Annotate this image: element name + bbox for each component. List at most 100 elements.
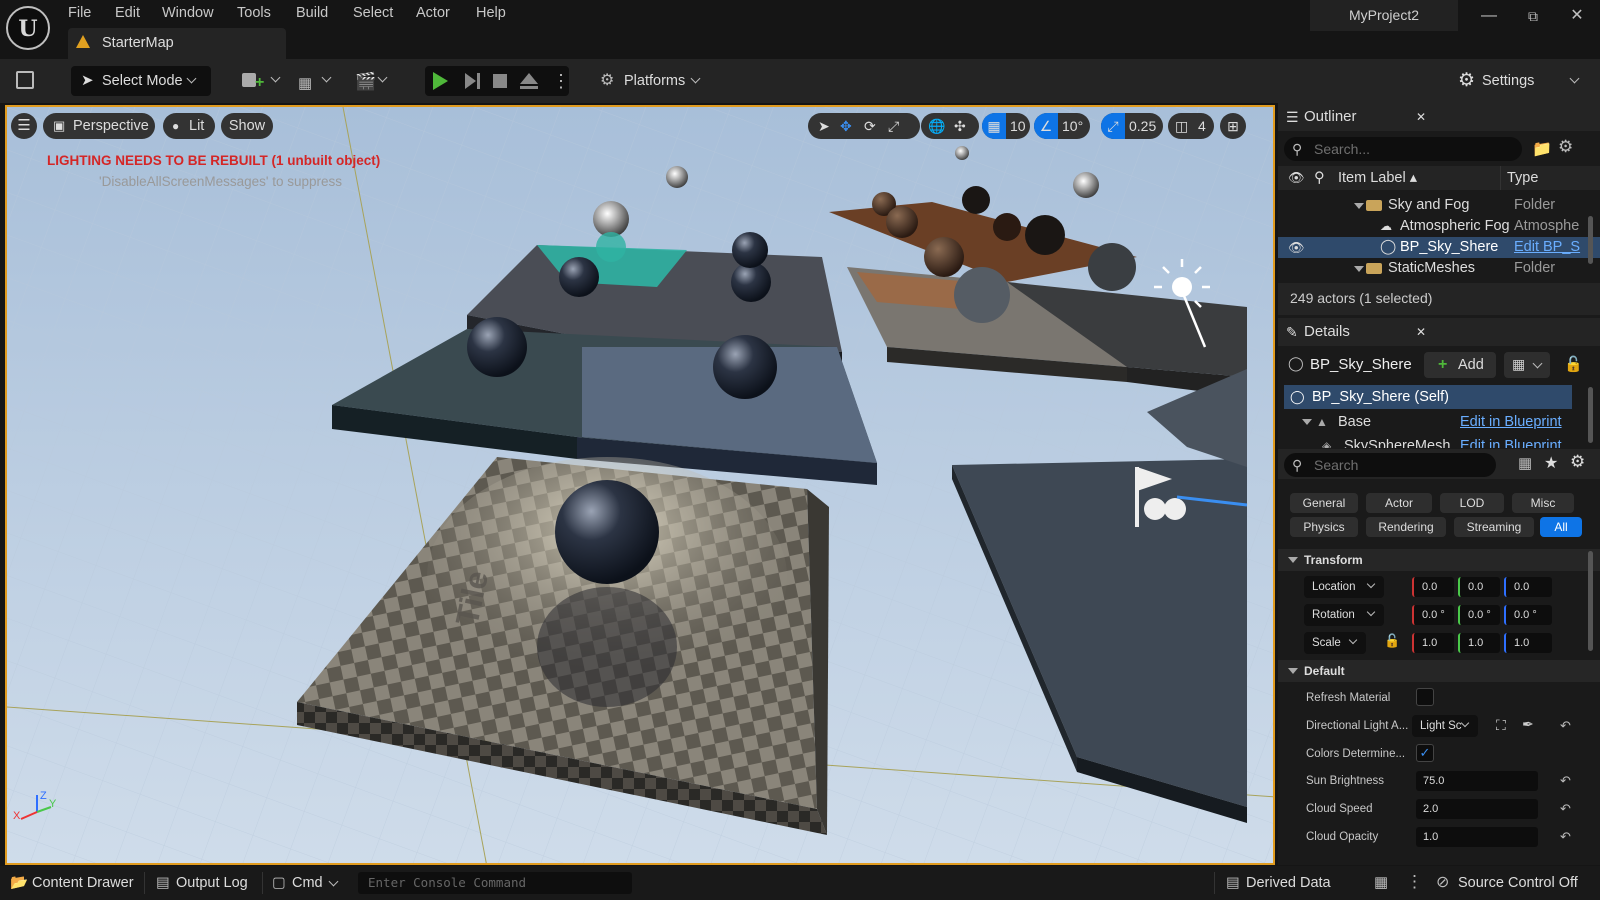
menu-build[interactable]: Build — [296, 5, 328, 21]
type-column[interactable]: Type — [1500, 166, 1538, 190]
menu-select[interactable]: Select — [353, 5, 393, 21]
category-physics[interactable]: Physics — [1290, 517, 1358, 537]
scale-dropdown[interactable]: Scale — [1304, 632, 1366, 654]
expand-icon[interactable] — [1354, 203, 1364, 209]
outliner-row[interactable]: StaticMeshes Folder — [1278, 258, 1600, 279]
menu-actor[interactable]: Actor — [416, 5, 450, 21]
details-search-input[interactable]: ⚲ Search — [1284, 453, 1496, 477]
location-z[interactable]: 0.0 — [1504, 577, 1552, 597]
component-row-self[interactable]: ◯ BP_Sky_Shere (Self) — [1284, 385, 1572, 409]
edit-blueprint-link[interactable]: Edit in Blueprint — [1460, 410, 1562, 434]
outliner-row[interactable]: ☁ Atmospheric Fog Atmosphe — [1278, 216, 1600, 237]
components-scrollbar[interactable] — [1588, 387, 1593, 443]
platforms-button[interactable]: ⚙ Platforms — [600, 66, 710, 96]
play-icon[interactable] — [433, 72, 448, 90]
minimize-icon[interactable]: — — [1476, 4, 1502, 28]
scale-y[interactable]: 1.0 — [1458, 633, 1500, 653]
outliner-row-selected[interactable]: 👁 ◯ BP_Sky_Shere Edit BP_S — [1278, 237, 1600, 258]
show-button[interactable]: Show — [221, 113, 273, 139]
console-command-input[interactable]: Enter Console Command — [358, 872, 632, 894]
category-all[interactable]: All — [1540, 517, 1582, 537]
colors-determined-checkbox[interactable]: ✓ — [1416, 744, 1434, 762]
add-actor-button[interactable]: + — [242, 71, 281, 91]
stop-icon[interactable] — [493, 74, 507, 88]
visibility-icon[interactable]: 👁 — [1288, 237, 1305, 258]
world-icon[interactable]: 🌐 — [928, 113, 945, 139]
close-icon[interactable]: ✕ — [1416, 103, 1426, 131]
menu-tools[interactable]: Tools — [237, 5, 271, 21]
category-rendering[interactable]: Rendering — [1366, 517, 1446, 537]
tab-startermap[interactable]: StarterMap — [68, 28, 286, 59]
category-actor[interactable]: Actor — [1366, 493, 1432, 513]
rotation-snap-button[interactable]: ∠ 10° — [1034, 113, 1090, 139]
save-icon[interactable] — [16, 71, 34, 89]
menu-window[interactable]: Window — [162, 5, 214, 21]
outliner-search-input[interactable]: ⚲ Search... — [1284, 137, 1522, 161]
expand-icon[interactable] — [1302, 419, 1312, 425]
rotate-tool-icon[interactable]: ⟳ — [864, 113, 876, 139]
location-x[interactable]: 0.0 — [1412, 577, 1454, 597]
select-mode-button[interactable]: ➤ Select Mode — [71, 66, 211, 96]
unreal-logo-icon[interactable]: U — [6, 6, 50, 50]
close-icon[interactable]: ✕ — [1564, 4, 1590, 28]
scale-lock-icon[interactable]: 🔓 — [1384, 633, 1400, 649]
default-section[interactable]: Default — [1278, 660, 1600, 682]
rotation-x[interactable]: 0.0 ° — [1412, 605, 1454, 625]
category-lod[interactable]: LOD — [1440, 493, 1504, 513]
lock-icon[interactable]: 🔓 — [1564, 355, 1583, 373]
scale-snap-button[interactable]: ⤢ 0.25 — [1101, 113, 1163, 139]
cinematics-button[interactable]: 🎬 — [355, 71, 395, 91]
browse-icon[interactable]: ⛶ — [1496, 717, 1506, 734]
outliner-row[interactable]: Sky and Fog Folder — [1278, 195, 1600, 216]
visibility-icon[interactable]: 👁 — [1288, 166, 1305, 190]
category-streaming[interactable]: Streaming — [1454, 517, 1534, 537]
edit-blueprint-link[interactable]: Edit BP_S — [1514, 237, 1580, 258]
blueprint-options-button[interactable]: ▦ — [1504, 352, 1550, 378]
menu-file[interactable]: File — [68, 5, 91, 21]
reset-icon[interactable]: ↶ — [1560, 801, 1571, 817]
expand-icon[interactable] — [1354, 266, 1364, 272]
edit-blueprint-link[interactable]: Edit in Blueprint — [1460, 434, 1562, 448]
location-dropdown[interactable]: Location — [1304, 576, 1384, 598]
directional-light-dropdown[interactable]: Light Sc — [1412, 715, 1478, 737]
level-viewport[interactable]: Tile Z Y X ☰ ▣ Perspective ● Lit Show ➤ … — [5, 105, 1275, 865]
outliner-scrollbar[interactable] — [1588, 216, 1593, 264]
table-view-icon[interactable]: ▦ — [1518, 454, 1532, 472]
component-row[interactable]: ◈ SkySphereMesh Edit in Blueprint — [1284, 434, 1572, 448]
star-icon[interactable]: ★ — [1544, 453, 1558, 473]
settings-button[interactable]: ⚙ Settings — [1458, 66, 1588, 96]
lit-button[interactable]: ● Lit — [163, 113, 215, 139]
surface-snap-icon[interactable]: ✣ — [954, 113, 966, 139]
grid-snap-button[interactable]: ▦ 10 — [982, 113, 1030, 139]
restore-icon[interactable]: ⧉ — [1520, 4, 1546, 28]
item-label-column[interactable]: Item Label ▴ — [1338, 166, 1417, 190]
viewport-menu-button[interactable]: ☰ — [11, 113, 37, 139]
more-options-icon[interactable]: ⋮ — [552, 68, 570, 94]
cmd-dropdown[interactable]: ▢ Cmd — [272, 866, 344, 900]
eject-icon[interactable] — [520, 73, 538, 84]
scale-x[interactable]: 1.0 — [1412, 633, 1454, 653]
reset-icon[interactable]: ↶ — [1560, 773, 1571, 789]
close-icon[interactable]: ✕ — [1416, 318, 1426, 346]
perspective-button[interactable]: ▣ Perspective — [43, 113, 155, 139]
sun-brightness-input[interactable]: 75.0 — [1416, 771, 1538, 791]
component-row[interactable]: ▲ Base Edit in Blueprint — [1284, 410, 1572, 434]
menu-edit[interactable]: Edit — [115, 5, 140, 21]
gear-icon[interactable]: ⚙ — [1558, 137, 1573, 157]
transform-section[interactable]: Transform — [1278, 549, 1600, 571]
eyedropper-icon[interactable]: ✒ — [1522, 716, 1534, 733]
add-folder-icon[interactable]: 📁 — [1532, 139, 1552, 159]
reset-icon[interactable]: ↶ — [1560, 829, 1571, 845]
select-tool-icon[interactable]: ➤ — [818, 113, 830, 139]
reset-icon[interactable]: ↶ — [1560, 718, 1571, 734]
cloud-speed-input[interactable]: 2.0 — [1416, 799, 1538, 819]
menu-help[interactable]: Help — [476, 5, 506, 21]
more-options-icon[interactable]: ⋮ — [1406, 872, 1423, 892]
cloud-opacity-input[interactable]: 1.0 — [1416, 827, 1538, 847]
scale-tool-icon[interactable]: ⤢ — [888, 113, 899, 139]
category-misc[interactable]: Misc — [1512, 493, 1574, 513]
rotation-dropdown[interactable]: Rotation — [1304, 604, 1384, 626]
scale-z[interactable]: 1.0 — [1504, 633, 1552, 653]
pin-icon[interactable]: ⚲ — [1314, 166, 1325, 190]
network-icon[interactable]: ▦ — [1374, 873, 1388, 891]
